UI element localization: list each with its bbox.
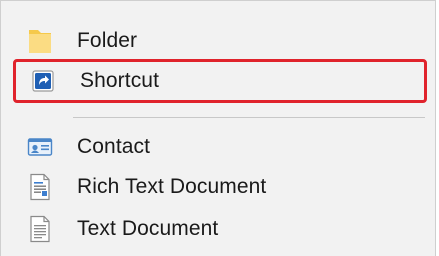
- menu-separator: [73, 117, 425, 118]
- menu-item-folder[interactable]: Folder: [13, 19, 427, 63]
- menu-item-label: Rich Text Document: [77, 175, 267, 198]
- new-item-context-menu: Folder Shortcut Contact Rich Text Docume…: [0, 0, 436, 256]
- contact-card-icon: [27, 133, 53, 161]
- menu-item-label: Text Document: [77, 217, 219, 240]
- menu-item-label: Shortcut: [80, 69, 160, 92]
- menu-item-contact[interactable]: Contact: [13, 125, 427, 169]
- menu-item-label: Folder: [77, 29, 138, 52]
- menu-item-label: Contact: [77, 135, 151, 158]
- text-document-icon: [27, 215, 53, 243]
- rich-text-document-icon: [27, 173, 53, 201]
- folder-icon: [27, 27, 53, 55]
- menu-item-shortcut[interactable]: Shortcut: [13, 59, 427, 103]
- shortcut-icon: [30, 67, 56, 95]
- menu-item-rich-text-document[interactable]: Rich Text Document: [13, 165, 427, 209]
- menu-item-text-document[interactable]: Text Document: [13, 207, 427, 251]
